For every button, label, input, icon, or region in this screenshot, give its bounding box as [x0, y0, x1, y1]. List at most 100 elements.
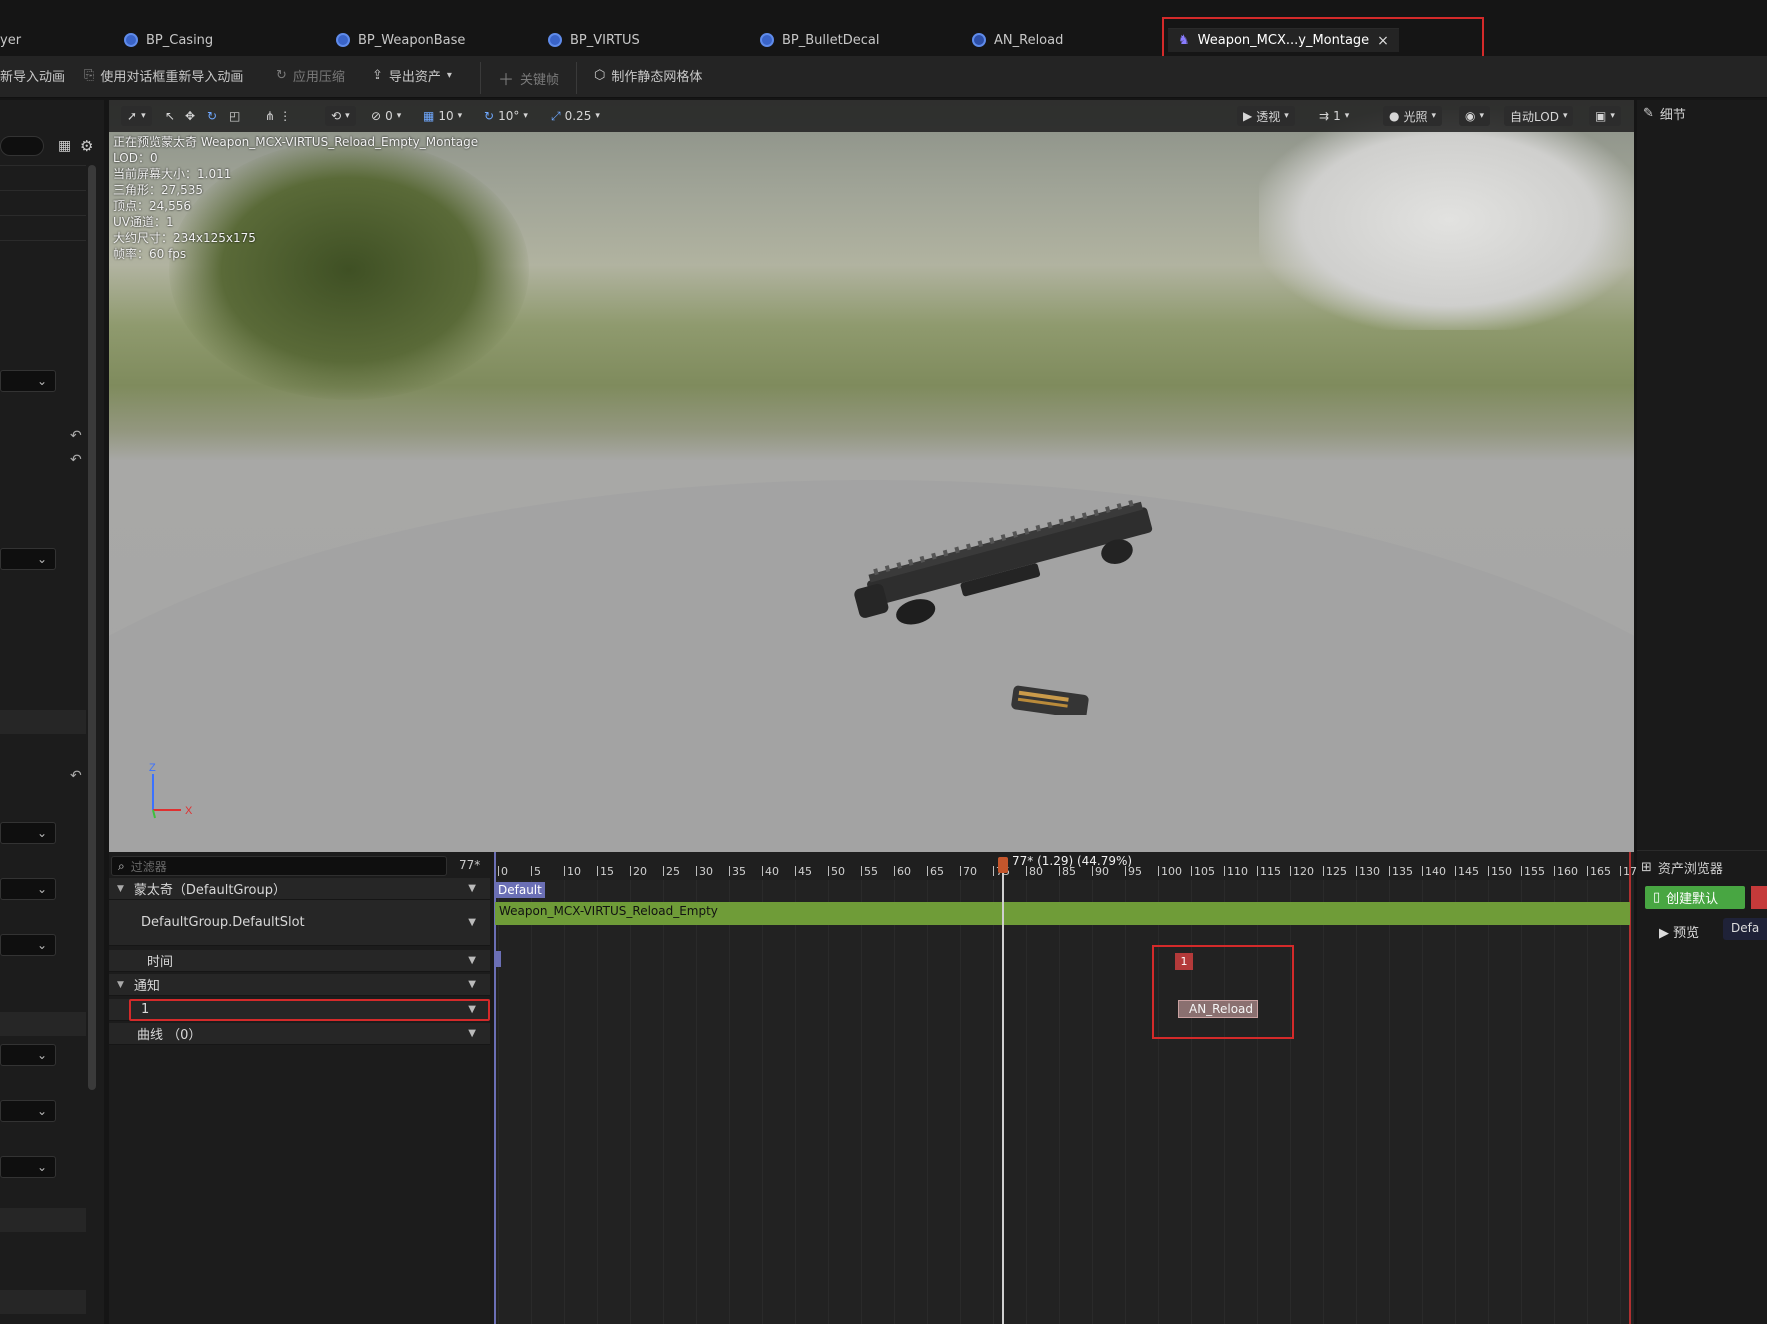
reset-arrow-icon[interactable]: ↶: [70, 452, 82, 468]
tab-bp-bulletdecal[interactable]: BP_BulletDecal: [760, 28, 879, 52]
translate-tool-button[interactable]: ✥: [185, 106, 195, 126]
grid-line: [1554, 880, 1555, 1324]
reimport-icon: ⎘: [84, 68, 95, 83]
ruler-tick: [1422, 866, 1423, 876]
ruler-tick-label: 45: [798, 865, 812, 878]
toolbar-divider: [576, 62, 577, 94]
details-tab[interactable]: ✎ 细节: [1643, 104, 1686, 123]
grid-view-icon[interactable]: ▦: [58, 138, 71, 154]
viewport-building: [1259, 110, 1634, 330]
surface-snap-button[interactable]: ⟲ ▾: [325, 106, 356, 126]
montage-group-row[interactable]: ▼ 蒙太奇（DefaultGroup） ▼: [109, 878, 490, 900]
section-marker[interactable]: [494, 951, 501, 967]
slot-row[interactable]: DefaultGroup.DefaultSlot ▼: [109, 900, 490, 946]
apply-compression-button[interactable]: ↻ 应用压缩: [276, 66, 345, 85]
create-default-button[interactable]: ▯ 创建默认: [1645, 886, 1745, 909]
camera-speed-button[interactable]: ⇉ 1 ▾: [1319, 106, 1349, 126]
panel-divider: [1637, 850, 1767, 851]
grid-snap-button[interactable]: ▦ 10 ▾: [423, 106, 462, 126]
panel-row-divider: [0, 165, 86, 166]
property-dropdown[interactable]: ⌄: [0, 822, 56, 844]
preview-viewport[interactable]: ➚ ▾ ↖ ✥ ↻ ◰ ⋔ ⋮ ⟲ ▾ ⊘ 0 ▾ ▦ 10 ▾ ↻ 10° ▾ ⤢ 0.25 ▾ ▶…: [109, 100, 1634, 852]
rotate-tool-button[interactable]: ↻: [207, 106, 217, 126]
property-dropdown[interactable]: ⌄: [0, 548, 56, 570]
gear-icon[interactable]: ⚙: [80, 137, 93, 155]
chevron-down-icon: ▾: [523, 111, 528, 121]
chevron-down-icon[interactable]: ▼: [468, 1028, 476, 1039]
tab-bp-weaponbase[interactable]: BP_WeaponBase: [336, 28, 465, 52]
add-key-button[interactable]: ＋ 关键帧: [498, 66, 559, 90]
chevron-down-icon[interactable]: ▼: [468, 979, 476, 990]
notify-track-highlight: [129, 999, 490, 1021]
show-flags-button[interactable]: ◉ ▾: [1459, 106, 1491, 126]
notifies-row[interactable]: ▼ 通知 ▼: [109, 974, 490, 996]
perspective-button[interactable]: ▶ 透视 ▾: [1237, 106, 1295, 126]
chevron-down-icon[interactable]: ▼: [468, 917, 476, 928]
grid-line: [993, 880, 994, 1324]
notify-an-reload[interactable]: AN_Reload: [1178, 1000, 1259, 1018]
red-action-button[interactable]: [1751, 886, 1767, 909]
ruler-tick: [1158, 866, 1159, 876]
ruler-tick-label: 165: [1590, 865, 1611, 878]
scale-tool-button[interactable]: ◰: [229, 106, 240, 126]
scale-snap-button[interactable]: ⤢ 0.25 ▾: [551, 106, 600, 126]
reset-arrow-icon[interactable]: ↶: [70, 428, 82, 444]
make-static-mesh-button[interactable]: ⬡ 制作静态网格体: [594, 66, 702, 85]
lod-button[interactable]: 自动LOD ▾: [1504, 106, 1574, 126]
reimport-dialog-button[interactable]: ⎘ 使用对话框重新导入动画: [84, 66, 243, 85]
chevron-down-icon: ▾: [396, 111, 402, 121]
section-default-tag[interactable]: Default: [495, 882, 545, 898]
reimport-button[interactable]: 新导入动画: [0, 66, 65, 85]
select-tool-button[interactable]: ↖: [165, 106, 175, 126]
ruler-tick: [663, 866, 664, 876]
playhead-line: [1002, 872, 1004, 1324]
property-dropdown[interactable]: ⌄: [0, 370, 56, 392]
grid-line: [564, 880, 565, 1324]
grid-line: [762, 880, 763, 1324]
tab-bp-virtus[interactable]: BP_VIRTUS: [548, 28, 640, 52]
property-dropdown[interactable]: ⌄: [0, 934, 56, 956]
tab-an-reload[interactable]: AN_Reload: [972, 28, 1063, 52]
property-dropdown[interactable]: ⌄: [0, 1100, 56, 1122]
time-row[interactable]: 时间 ▼: [109, 950, 490, 972]
grid-line: [795, 880, 796, 1324]
rotation-snap-button[interactable]: ⊘ 0 ▾: [371, 106, 401, 126]
reimport-label: 新导入动画: [0, 70, 66, 85]
right-panel: ✎ 细节 ⊞ 资产浏览器 ▯ 创建默认 ▶ 预览 Defa: [1637, 100, 1767, 1324]
ruler-tick: [1257, 866, 1258, 876]
tab-player[interactable]: yer: [0, 28, 21, 52]
property-dropdown[interactable]: ⌄: [0, 1044, 56, 1066]
chevron-down-icon[interactable]: ▼: [468, 955, 476, 966]
viewport-layout-button[interactable]: ▣ ▾: [1589, 106, 1621, 126]
panel-section-header: [0, 1012, 86, 1036]
property-dropdown[interactable]: ⌄: [0, 1156, 56, 1178]
blueprint-icon: [124, 33, 138, 47]
notify-index-badge[interactable]: 1: [1175, 953, 1193, 970]
lighting-mode-button[interactable]: ● 光照 ▾: [1383, 106, 1443, 126]
left-panel-scrollbar[interactable]: [88, 165, 96, 1090]
reset-arrow-icon[interactable]: ↶: [70, 768, 82, 784]
playhead-handle[interactable]: [998, 857, 1008, 873]
anim-segment[interactable]: Weapon_MCX-VIRTUS_Reload_Empty: [495, 902, 1630, 925]
static-mesh-icon: ⬡: [594, 68, 606, 83]
asset-browser-tab[interactable]: ⊞ 资产浏览器: [1641, 858, 1723, 877]
panel-search-field[interactable]: [0, 136, 44, 156]
default-asset-chip[interactable]: Defa: [1723, 918, 1767, 940]
preview-button[interactable]: ▶ 预览: [1659, 922, 1699, 941]
scale-snap-icon: ⤢: [551, 108, 561, 123]
weapon-mesh[interactable]: [844, 495, 1164, 715]
property-dropdown[interactable]: ⌄: [0, 878, 56, 900]
grid-snap-value: 10: [438, 109, 454, 123]
current-frame-field[interactable]: 77*: [459, 858, 480, 872]
angle-snap-button[interactable]: ↻ 10° ▾: [484, 106, 528, 126]
select-mode-button[interactable]: ➚ ▾: [121, 106, 152, 126]
coordinate-space-button[interactable]: ⋔ ⋮: [265, 106, 291, 126]
tab-bp-casing[interactable]: BP_Casing: [124, 28, 213, 52]
track-filter-input[interactable]: ⌕ 过滤器: [111, 856, 447, 876]
rotation-snap-value: 0: [385, 109, 393, 123]
curves-row[interactable]: 曲线 （0） ▼: [109, 1023, 490, 1045]
timeline-area[interactable]: 0510152025303540455055606570758085909510…: [494, 852, 1637, 1324]
chevron-down-icon[interactable]: ▼: [468, 883, 476, 894]
export-asset-button[interactable]: ⇪ 导出资产 ▾: [372, 66, 452, 85]
scale-icon: ◰: [229, 109, 241, 123]
